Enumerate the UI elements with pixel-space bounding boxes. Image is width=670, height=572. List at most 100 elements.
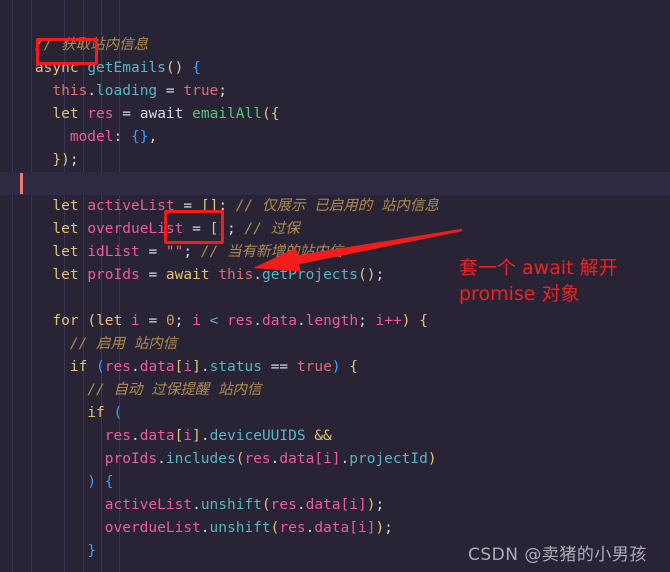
code-line[interactable]: // 自动 过保提醒 站内信 (0, 379, 670, 402)
code-token: res (227, 313, 254, 329)
code-line[interactable]: let activeList = []; // 仅展示 已启用的 站内信息 (0, 195, 670, 218)
code-line[interactable]: model: {}, (0, 126, 670, 149)
code-line[interactable]: proIds.includes(res.data[i].projectId) (0, 448, 670, 471)
code-token: {} (130, 129, 149, 145)
code-token: res (279, 520, 306, 536)
code-token: ] (357, 497, 367, 513)
code-token: for (52, 313, 79, 329)
code-token: ; (183, 244, 201, 260)
code-token: if (69, 359, 88, 375)
code-token: i (183, 359, 193, 375)
await-explanation-note: 套一个 await 解开 promise 对象 (459, 257, 618, 305)
code-token: . (296, 313, 306, 329)
code-token: getEmails (87, 60, 166, 76)
code-line[interactable]: ) { (0, 471, 670, 494)
code-token: . (157, 451, 166, 467)
code-token: ) (87, 474, 97, 490)
code-line[interactable]: for (let i = 0; i < res.data.length; i++… (0, 310, 670, 333)
code-token: loading (96, 83, 158, 99)
code-token: proIds (87, 267, 140, 283)
code-token: includes (165, 451, 236, 467)
code-line[interactable]: // 启用 站内信 (0, 333, 670, 356)
code-token: ) (427, 451, 437, 467)
code-token: = (183, 221, 210, 237)
code-token: res (87, 106, 114, 122)
code-token: data (279, 451, 315, 467)
code-token: . (200, 359, 210, 375)
code-token: idList (87, 244, 140, 260)
code-token: ; (218, 83, 228, 99)
code-token: . (200, 520, 210, 536)
code-token: res (104, 359, 131, 375)
code-token: [] (209, 221, 228, 237)
code-token: activeList (87, 198, 175, 214)
code-token: deviceUUIDS (209, 428, 306, 444)
code-token: }) (52, 152, 70, 168)
code-token: emailAll (192, 106, 262, 122)
code-line[interactable]: }); (0, 149, 670, 172)
code-token: == (261, 359, 297, 375)
code-token: { (419, 313, 428, 329)
code-line[interactable]: this.loading = true; (0, 80, 670, 103)
code-line[interactable]: activeList.unshift(res.data[i]); (0, 494, 670, 517)
code-line[interactable]: async getEmails() { (0, 57, 670, 80)
code-token: projectId (349, 451, 428, 467)
code-token: // 自动 过保提醒 站内信 (87, 382, 262, 398)
code-line[interactable]: if ( (0, 402, 670, 425)
code-token: . (87, 83, 97, 99)
code-token: overdueList (104, 520, 201, 536)
code-line[interactable] (0, 172, 670, 195)
code-line[interactable]: overdueList.unshift(res.data[i]); (0, 517, 670, 540)
code-token: status (209, 359, 262, 375)
code-token: . (192, 497, 201, 513)
code-token: activeList (104, 497, 193, 513)
code-line[interactable]: if (res.data[i].status == true) { (0, 356, 670, 379)
code-token: . (340, 451, 350, 467)
code-line[interactable]: let res = await emailAll({ (0, 103, 670, 126)
code-token: ) (331, 359, 341, 375)
code-token: true (183, 83, 219, 99)
code-token: . (200, 428, 210, 444)
watermark-label: CSDN @卖猪的小男孩 (468, 545, 647, 565)
code-line[interactable]: // 获取站内信息 (0, 34, 670, 57)
code-token: length (305, 313, 359, 329)
code-token: ] (192, 359, 201, 375)
code-token: ; (227, 221, 245, 237)
code-editor-screenshot: // 获取站内信息 async getEmails() { this.loadi… (0, 0, 670, 572)
code-token: await (139, 106, 184, 122)
code-line[interactable]: res.data[i].deviceUUIDS && (0, 425, 670, 448)
code-token: . (253, 267, 262, 283)
code-line[interactable] (0, 11, 670, 34)
code-token: // 当有新增的站内信 (200, 244, 344, 260)
code-token: proIds (104, 451, 158, 467)
code-token: = (139, 267, 166, 283)
code-token: } (87, 543, 97, 559)
code-token: // 获取站内信息 (34, 37, 149, 53)
code-line[interactable]: let overdueList = []; // 过保 (0, 218, 670, 241)
code-token: [ (349, 520, 358, 536)
code-token: let (52, 221, 79, 237)
code-token: () (358, 267, 376, 283)
code-token: ; (174, 313, 193, 329)
